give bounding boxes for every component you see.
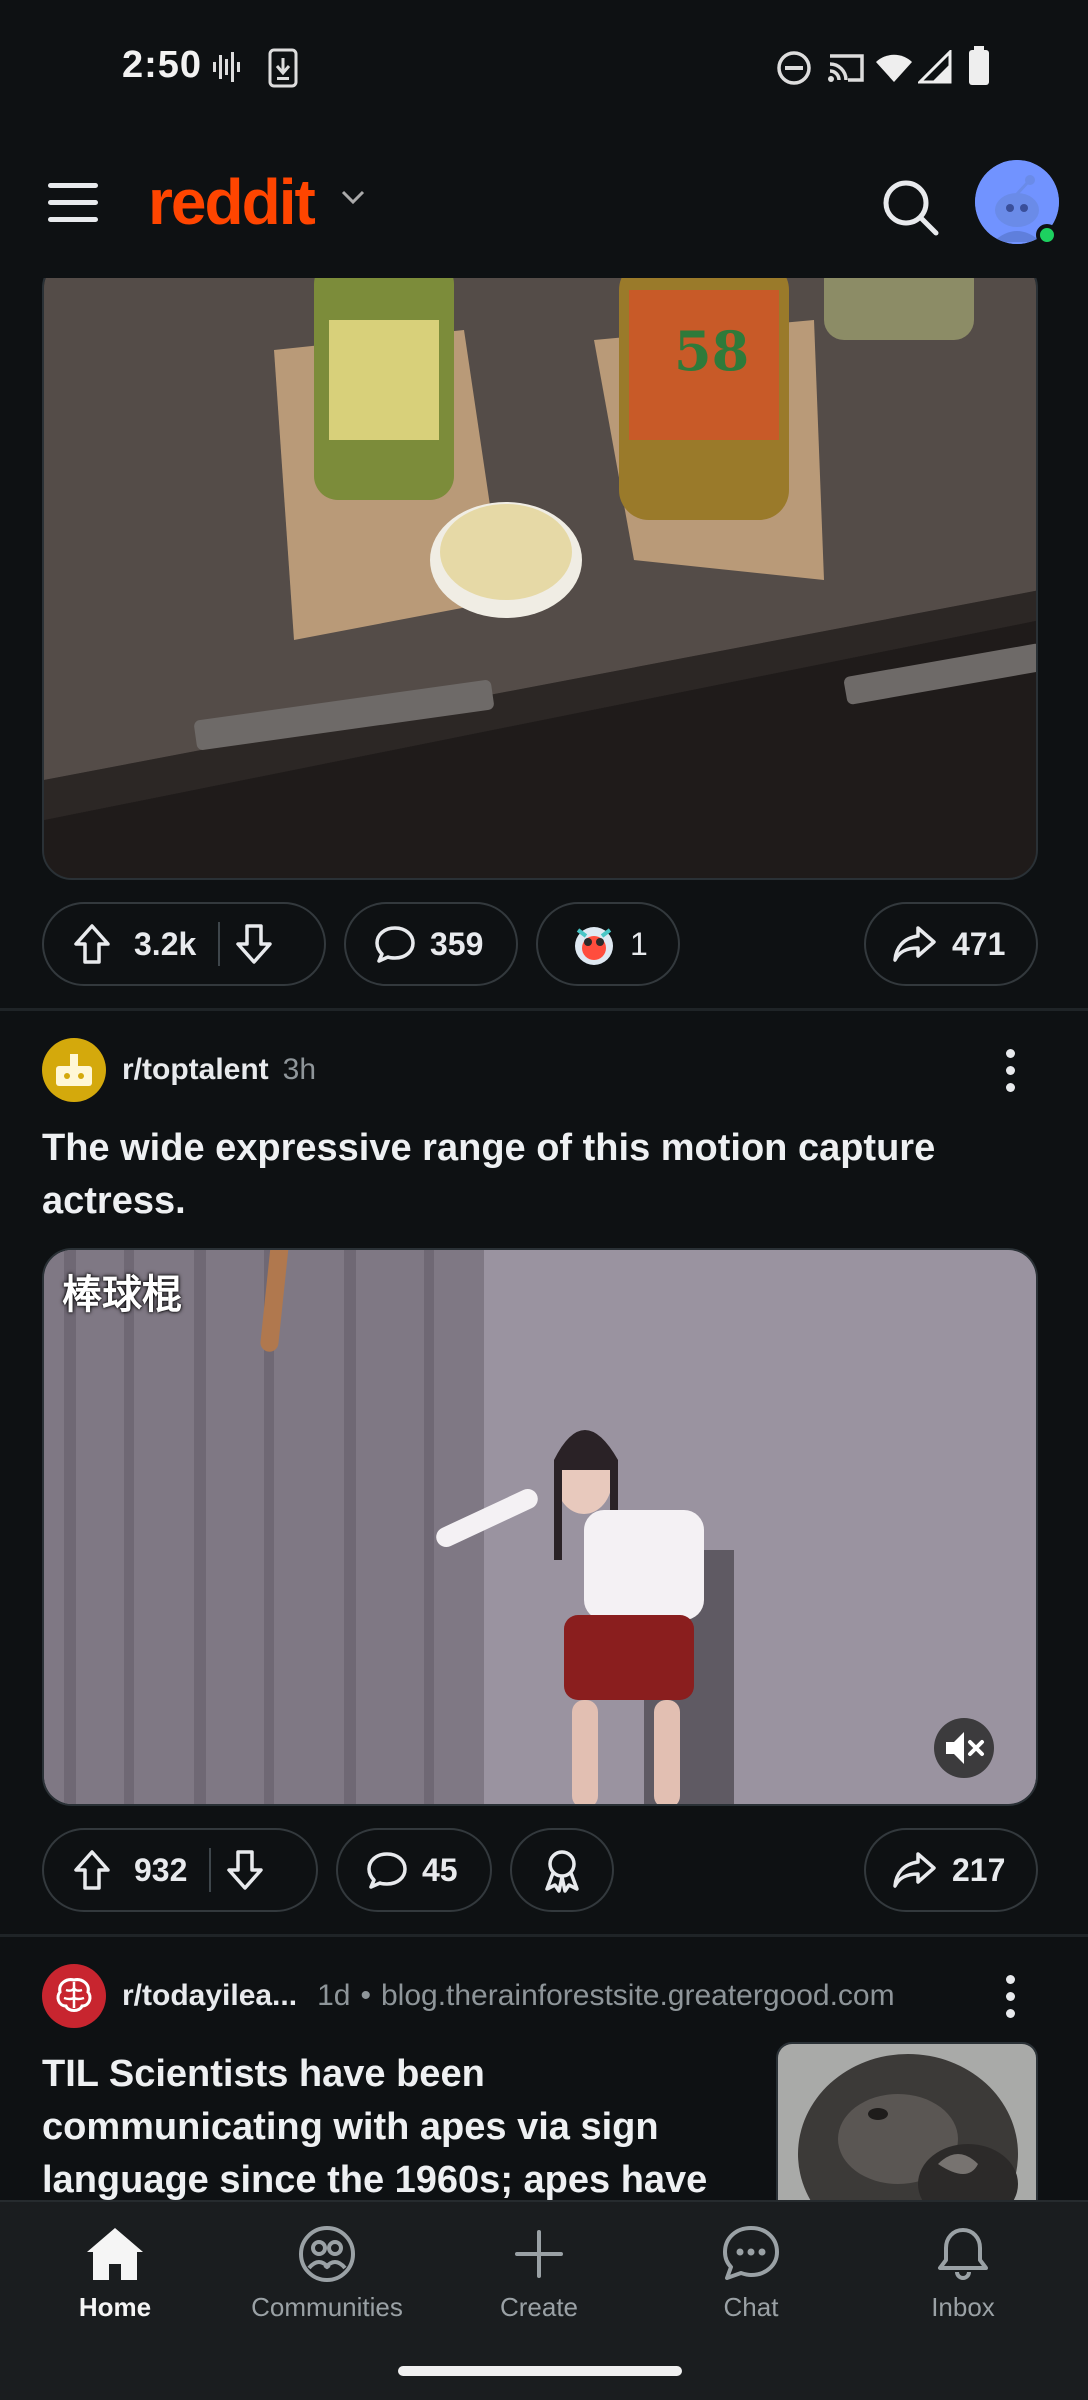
home-icon	[87, 2228, 143, 2280]
post-age: 1d	[317, 1979, 351, 2012]
do-not-disturb-icon	[777, 51, 811, 85]
reddit-logo[interactable]: reddit	[148, 165, 316, 239]
voicemail-waveform-icon	[213, 52, 240, 82]
mute-icon[interactable]	[942, 1726, 986, 1770]
comments-button[interactable]: 359	[344, 902, 518, 986]
plus-icon	[515, 2230, 563, 2278]
downvote-icon[interactable]	[225, 1848, 265, 1892]
share-icon	[893, 1852, 936, 1888]
home-gesture-bar[interactable]	[398, 2366, 682, 2376]
share-button[interactable]: 471	[864, 902, 1038, 986]
nav-create[interactable]: Create	[439, 2224, 639, 2323]
nav-communities[interactable]: Communities	[227, 2224, 427, 2323]
post-title-line: TIL Scientists have been	[42, 2053, 485, 2095]
upvote-count: 932	[134, 1851, 188, 1888]
post-header: r/toptalent 3h	[42, 1038, 316, 1102]
nav-home[interactable]: Home	[15, 2224, 215, 2323]
post-title-line: actress.	[42, 1180, 186, 1222]
hamburger-menu-icon[interactable]	[48, 183, 98, 223]
nav-label: Inbox	[931, 2292, 995, 2322]
vote-pill: 3.2k	[42, 902, 326, 986]
award-button[interactable]	[510, 1828, 614, 1912]
comment-icon	[367, 1852, 407, 1889]
upvote-count: 3.2k	[134, 925, 197, 962]
video-caption: 棒球棍	[62, 1272, 182, 1318]
more-options-icon[interactable]	[1000, 1038, 1020, 1102]
share-count: 217	[952, 1851, 1006, 1888]
pickle-jars-image: 58	[44, 278, 1036, 878]
post-thumbnail[interactable]	[776, 2042, 1038, 2200]
download-phone-icon	[268, 48, 298, 88]
comment-icon	[375, 926, 415, 963]
post-divider	[0, 1934, 1088, 1937]
signal-icon	[918, 50, 952, 84]
post-title-line: The wide expressive range of this motion…	[42, 1127, 936, 1169]
cast-icon	[828, 54, 864, 82]
feed[interactable]: 58 3.2k 359 1 471 r/toptalent 3h The wid…	[0, 278, 1088, 2200]
meta-separator: •	[360, 1979, 371, 2012]
subreddit-name[interactable]: r/toptalent	[122, 1053, 269, 1087]
award-icon	[545, 1850, 579, 1893]
nav-inbox[interactable]: Inbox	[863, 2224, 1063, 2323]
post-title-line: language since the 1960s; apes have	[42, 2159, 708, 2200]
post-image[interactable]: 58	[42, 278, 1038, 880]
downvote-icon[interactable]	[234, 922, 274, 966]
comment-count: 45	[422, 1851, 458, 1888]
comments-button[interactable]: 45	[336, 1828, 492, 1912]
post-action-bar: 932 45 217	[42, 1828, 1038, 1912]
share-icon	[893, 926, 936, 962]
bell-icon	[938, 2228, 988, 2280]
award-button[interactable]: 1	[536, 902, 680, 986]
nav-label: Chat	[723, 2292, 779, 2322]
comment-count: 359	[430, 925, 484, 962]
more-options-icon[interactable]	[1000, 1964, 1020, 2028]
upvote-icon[interactable]	[72, 1848, 112, 1892]
status-bar: 2:50	[0, 0, 1088, 135]
post-header: r/todayilea... 1d • blog.therainforestsi…	[42, 1964, 895, 2028]
post-domain[interactable]: blog.therainforestsite.greatergood.com	[381, 1979, 895, 2013]
subreddit-icon[interactable]	[42, 1038, 106, 1102]
app-header: reddit	[0, 135, 1088, 278]
communities-icon	[299, 2226, 355, 2282]
post-age: 3h	[282, 1053, 317, 1086]
battery-icon	[969, 46, 989, 85]
post-divider	[0, 1008, 1088, 1011]
toptalent-icon	[56, 1054, 92, 1086]
chat-icon	[723, 2226, 779, 2280]
gorilla-thumbnail	[778, 2044, 1036, 2200]
vote-pill: 932	[42, 1828, 318, 1912]
post-title[interactable]: TIL Scientists have been communicating w…	[42, 2048, 762, 2200]
upvote-icon[interactable]	[72, 922, 112, 966]
post-title-line: communicating with apes via sign	[42, 2106, 659, 2148]
online-status-dot	[1036, 224, 1058, 246]
brain-icon	[56, 1978, 92, 2012]
subreddit-icon[interactable]	[42, 1964, 106, 2028]
post-title[interactable]: The wide expressive range of this motion…	[42, 1122, 935, 1228]
nav-label: Home	[78, 2292, 152, 2322]
status-time: 2:50	[122, 44, 203, 86]
post-video[interactable]: 棒球棍	[42, 1248, 1038, 1806]
share-count: 471	[952, 925, 1006, 962]
share-button[interactable]: 217	[864, 1828, 1038, 1912]
wifi-icon	[876, 54, 912, 82]
snoo-award-icon	[575, 927, 613, 965]
video-frame	[44, 1250, 1036, 1804]
post-action-bar: 3.2k 359 1 471	[42, 902, 1038, 986]
nav-label: Communities	[251, 2292, 403, 2322]
nav-chat[interactable]: Chat	[651, 2224, 851, 2323]
search-icon[interactable]	[880, 177, 940, 237]
award-count: 1	[630, 925, 648, 962]
svg-text:58: 58	[674, 319, 749, 383]
chevron-down-icon[interactable]	[338, 187, 368, 207]
subreddit-name[interactable]: r/todayilea...	[122, 1979, 297, 2013]
nav-label: Create	[499, 2292, 579, 2322]
